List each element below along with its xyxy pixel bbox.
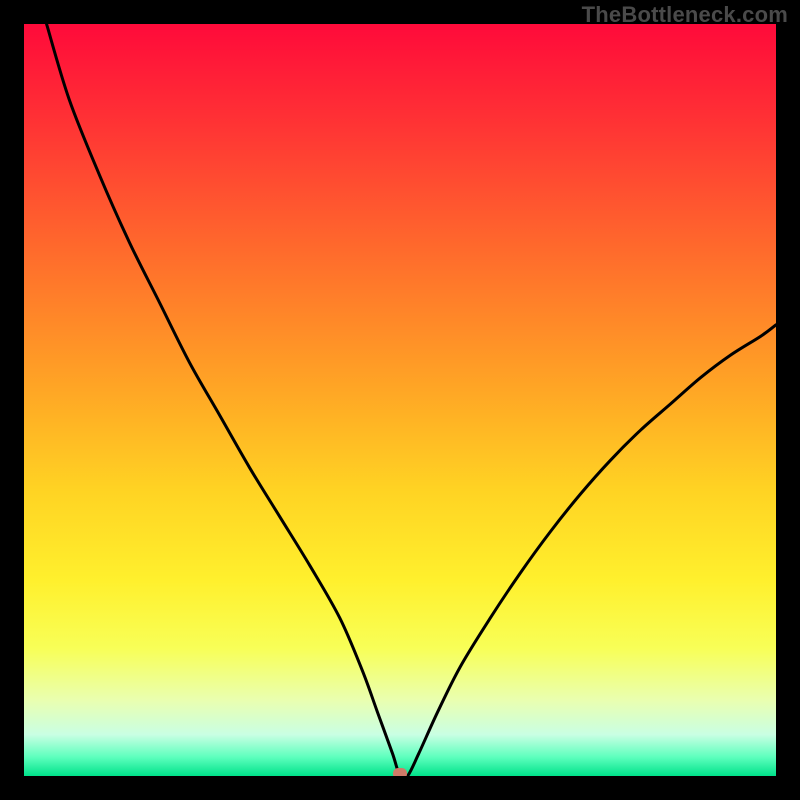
watermark-text: TheBottleneck.com (582, 2, 788, 28)
bottleneck-chart (24, 24, 776, 776)
chart-frame: { "watermark": "TheBottleneck.com", "col… (0, 0, 800, 800)
gradient-background (24, 24, 776, 776)
optimal-point-marker (393, 768, 407, 776)
